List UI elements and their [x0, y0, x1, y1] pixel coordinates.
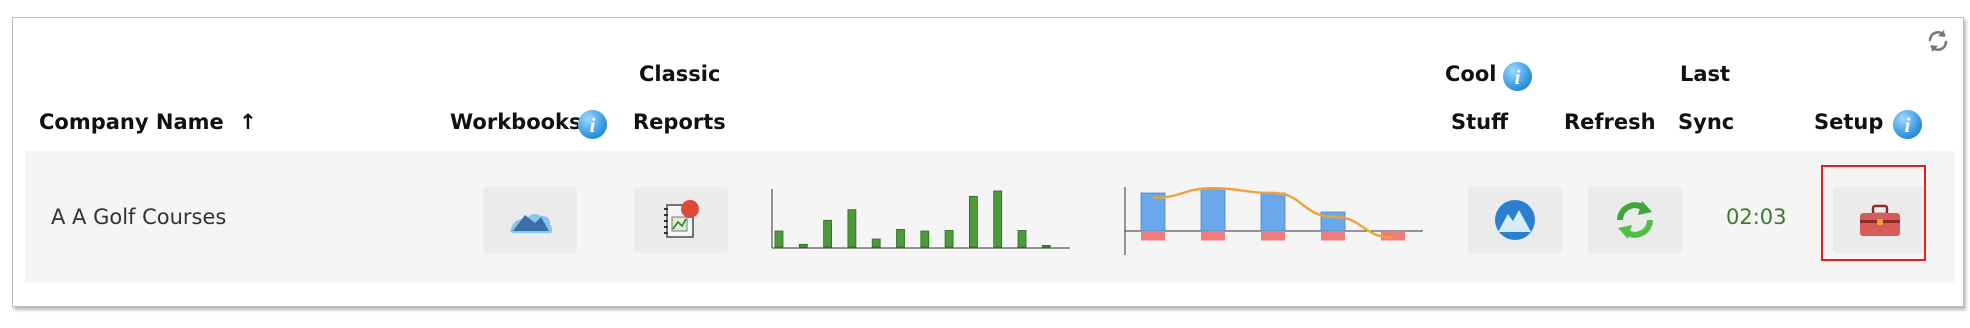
mini-bar-chart	[771, 189, 1070, 249]
column-header-refresh: Refresh	[1564, 110, 1656, 134]
bar-negative	[1141, 231, 1165, 241]
bar	[823, 219, 832, 248]
workbook-cloud-icon	[510, 214, 553, 233]
bar-negative	[1381, 231, 1405, 241]
info-icon[interactable]: i	[578, 110, 607, 139]
info-icon[interactable]: i	[1503, 62, 1532, 91]
bar-negative	[1321, 231, 1345, 241]
last-sync-time: 02:03	[1726, 205, 1787, 229]
column-header-last: Last	[1680, 62, 1731, 86]
column-header-cool: Cool	[1445, 62, 1497, 86]
info-icon-glyph: i	[1904, 113, 1911, 137]
report-book-icon	[664, 200, 699, 238]
info-icon[interactable]: i	[1893, 110, 1922, 139]
bar	[993, 190, 1003, 248]
sort-ascending-icon: ↑	[239, 110, 257, 134]
bar	[944, 230, 954, 248]
company-name-cell[interactable]: A A Golf Courses	[51, 205, 226, 229]
bar	[1041, 245, 1051, 248]
info-icon-glyph: i	[1514, 65, 1521, 89]
bar	[968, 195, 978, 248]
column-header-reports: Reports	[633, 110, 726, 134]
column-header-classic: Classic	[639, 62, 721, 86]
bar-positive	[1260, 192, 1286, 232]
table-row[interactable]: A A Golf Courses 02:03	[25, 151, 1955, 283]
bar	[871, 238, 881, 248]
bar	[774, 230, 784, 248]
column-header-company-name[interactable]: Company Name ↑	[39, 110, 257, 134]
info-icon-glyph: i	[589, 113, 596, 137]
bar-negative	[1261, 231, 1285, 241]
bar-positive	[1200, 187, 1226, 232]
refresh-button[interactable]	[1588, 187, 1682, 253]
mountain-circle-icon	[1495, 200, 1535, 240]
cool-stuff-button[interactable]	[1468, 187, 1562, 253]
setup-selection-highlight	[1821, 165, 1926, 261]
workbooks-button[interactable]	[483, 187, 577, 253]
mini-waterfall-chart	[1124, 187, 1423, 255]
green-refresh-arrows-icon	[1617, 201, 1653, 239]
bar	[896, 229, 905, 248]
bar-negative	[1201, 231, 1225, 241]
bar	[1017, 230, 1027, 248]
column-header-sync: Sync	[1678, 110, 1735, 134]
column-header-stuff: Stuff	[1451, 110, 1509, 134]
column-header-company-name-label: Company Name	[39, 110, 224, 134]
classic-reports-button[interactable]	[634, 187, 728, 253]
bar	[798, 243, 808, 248]
column-header-workbooks: Workbooks	[450, 110, 582, 134]
bar	[847, 209, 857, 248]
refresh-icon[interactable]	[1925, 28, 1951, 54]
companies-panel: Company Name ↑ Workbooks i Classic Repor…	[12, 17, 1964, 307]
bar	[920, 230, 930, 248]
column-header-setup: Setup	[1814, 110, 1884, 134]
